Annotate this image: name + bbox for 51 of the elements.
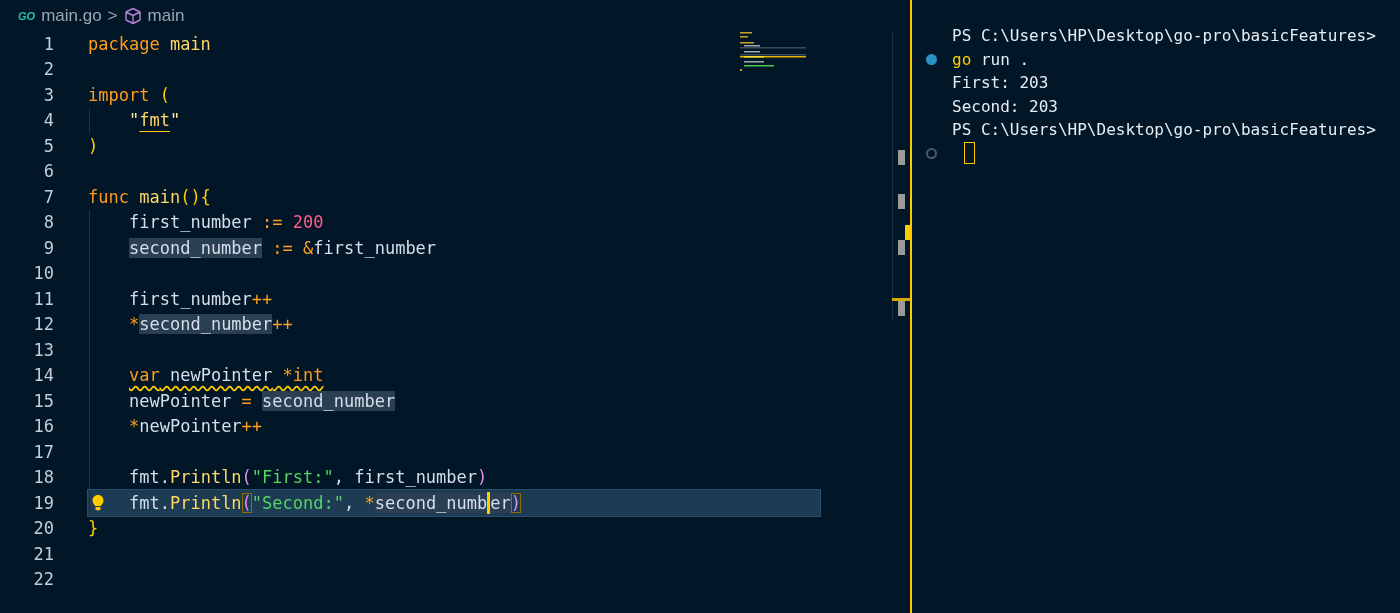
code-line: ) [88, 135, 99, 156]
command-status-icon[interactable] [926, 53, 937, 65]
code-line: import ( [88, 84, 170, 105]
line-number: 18 [33, 467, 54, 488]
line-number: 6 [43, 161, 54, 182]
line-number: 21 [33, 543, 54, 564]
line-number: 4 [43, 110, 54, 131]
code-line: } [88, 518, 99, 539]
line-number: 13 [33, 339, 54, 360]
terminal-command: go run . [952, 49, 1030, 69]
terminal-prompt: PS C:\Users\HP\Desktop\go-pro\basicFeatures> [952, 120, 1376, 140]
code-line: newPointer = second_number [129, 390, 396, 411]
terminal-prompt: PS C:\Users\HP\Desktop\go-pro\basicFeatures> [952, 26, 1376, 46]
line-number: 19 [33, 492, 54, 513]
line-number: 14 [33, 365, 54, 386]
terminal-output: Second: 203 [952, 96, 1058, 116]
terminal-cursor[interactable] [964, 142, 975, 165]
line-number: 3 [43, 84, 54, 105]
breadcrumb-file[interactable]: main.go [41, 5, 102, 26]
code-line: first_number := 200 [129, 212, 324, 233]
line-number: 11 [33, 288, 54, 309]
line-number: 7 [43, 186, 54, 207]
command-status-icon[interactable] [926, 147, 937, 159]
line-number: 10 [33, 263, 54, 284]
line-number: 8 [43, 212, 54, 233]
code-line: "fmt" [129, 110, 181, 131]
code-line: fmt.Println("Second:", *second_numb er) [129, 491, 522, 514]
code-line: var newPointer *int [129, 365, 324, 386]
line-number: 2 [43, 59, 54, 80]
line-number: 20 [33, 518, 54, 539]
terminal-output: First: 203 [952, 73, 1049, 93]
code-line: package main [88, 33, 211, 54]
lightbulb-icon[interactable] [91, 493, 105, 512]
line-number: 16 [33, 416, 54, 437]
line-number: 22 [33, 569, 54, 590]
line-number: 9 [43, 237, 54, 258]
code-line: first_number++ [129, 288, 273, 309]
breadcrumb-symbol[interactable]: main [147, 5, 185, 26]
code-line: *newPointer++ [129, 416, 263, 437]
line-number: 5 [43, 135, 54, 156]
line-number: 15 [33, 390, 54, 411]
cube-icon [123, 6, 142, 25]
code-line: *second_number++ [129, 314, 293, 335]
code-line: fmt.Println("First:", first_number) [129, 467, 488, 488]
breadcrumb-separator: > [107, 5, 118, 26]
line-number: 12 [33, 314, 54, 335]
line-number: 17 [33, 441, 54, 462]
code-line: second_number := &first_number [129, 237, 437, 258]
line-number: 1 [43, 33, 54, 54]
go-file-icon: GO [18, 9, 36, 22]
code-line: func main(){ [88, 186, 211, 207]
